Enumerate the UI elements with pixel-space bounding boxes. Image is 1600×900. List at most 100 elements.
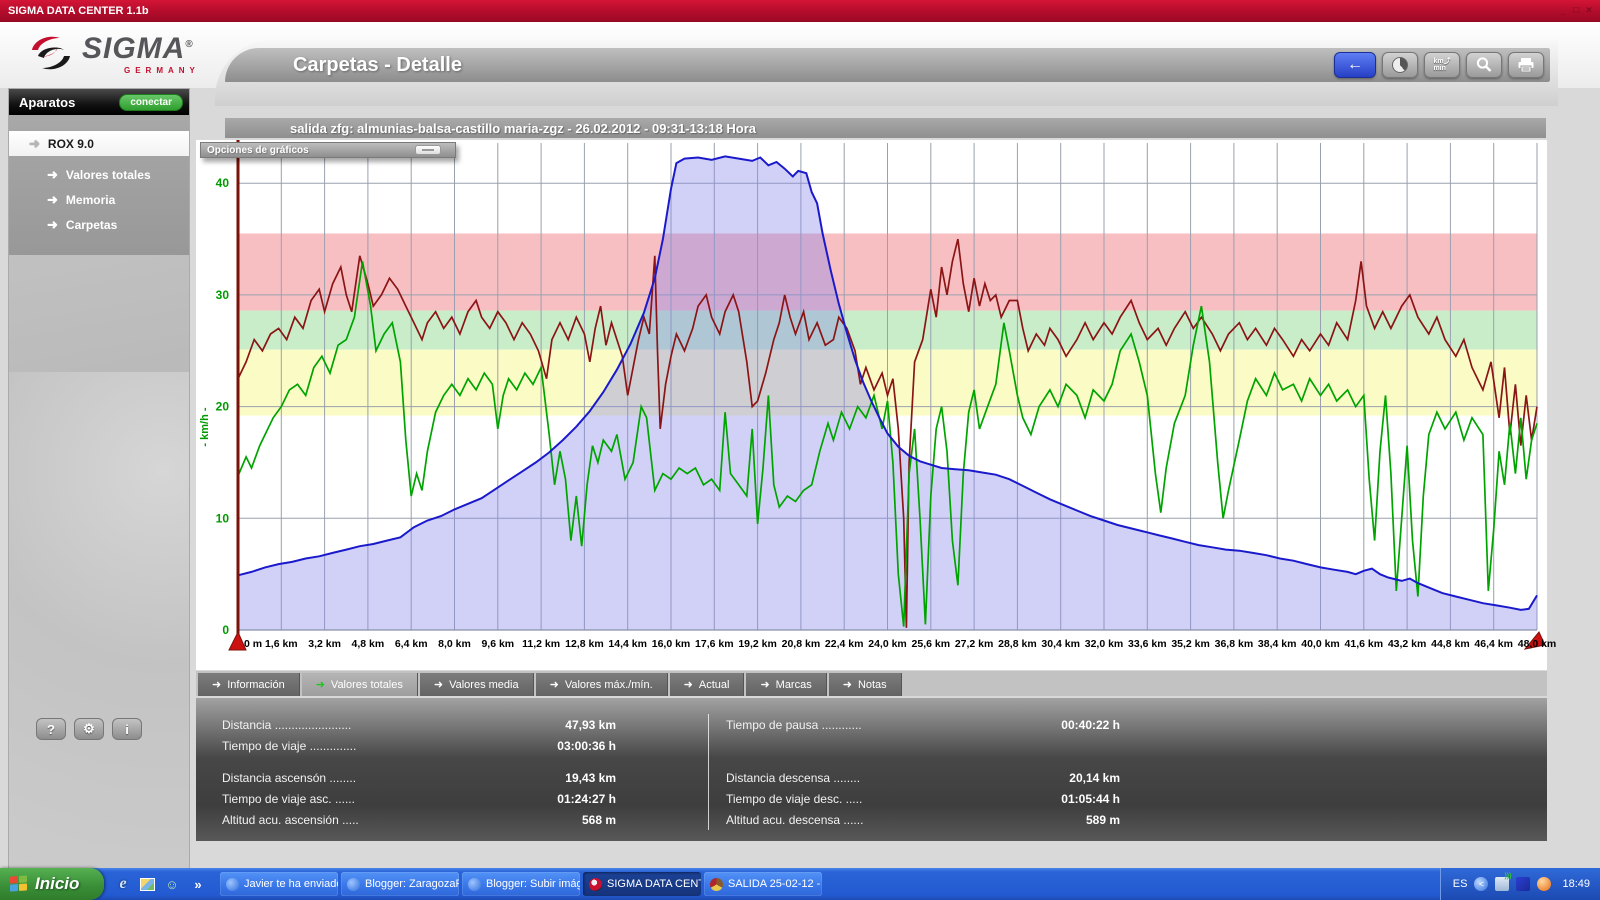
- detail-tab[interactable]: ➜ Valores media: [419, 673, 534, 696]
- detail-tab[interactable]: ➜ Valores máx./mín.: [535, 673, 668, 696]
- minimize-dash-icon: [422, 149, 434, 151]
- sidebar-item[interactable]: ➜ ROX 9.0: [9, 131, 189, 156]
- sidebar-item-label: ROX 9.0: [47, 136, 94, 151]
- x-tick-label: 24,0 km: [868, 638, 907, 650]
- x-tick-label: 28,8 km: [998, 638, 1037, 650]
- x-tick-label: 14,4 km: [608, 638, 647, 650]
- logo-brand: SIGMA®: [82, 32, 194, 65]
- sigma-logo: SIGMA® GERMANY: [28, 30, 228, 80]
- x-tick-label: 38,4 km: [1258, 638, 1297, 650]
- totals-row: Tiempo de viaje desc. ..... 01:05:44 h: [726, 788, 1126, 809]
- totals-label: Tiempo de pausa ............: [726, 717, 862, 732]
- zoom-button[interactable]: [1466, 52, 1502, 78]
- close-icon[interactable]: ×: [1586, 5, 1592, 16]
- taskbar-window-button[interactable]: Blogger: ZaragozaFin...: [341, 872, 459, 896]
- print-button[interactable]: [1508, 52, 1544, 78]
- view-mode-button[interactable]: [1382, 52, 1418, 78]
- detail-tab[interactable]: ➜ Actual: [669, 673, 745, 696]
- tab-arrow-icon: ➜: [760, 679, 770, 691]
- taskbar-window-button[interactable]: Javier te ha enviado ...: [220, 872, 338, 896]
- x-tick-label: 27,2 km: [955, 638, 994, 650]
- arrow-icon: ➜: [47, 166, 58, 182]
- internet-explorer-icon[interactable]: e: [114, 875, 132, 893]
- taskbar-button-label: SALIDA 25-02-12 - P...: [728, 878, 822, 890]
- detail-tabstrip: ➜ Información ➜ Valores totales ➜ Valore…: [196, 671, 1547, 696]
- x-tick-label: 9,6 km: [481, 638, 514, 650]
- back-arrow-icon: ←: [1347, 56, 1363, 73]
- start-button[interactable]: Inicio: [0, 868, 104, 900]
- chart-options-panel[interactable]: Opciones de gráficos: [200, 142, 456, 158]
- detail-tab[interactable]: ➜ Marcas: [746, 673, 827, 696]
- detail-tab[interactable]: ➜ Información: [198, 673, 300, 696]
- arrow-icon: ➜: [47, 216, 58, 232]
- sidebar-item[interactable]: ➜ Carpetas: [9, 212, 189, 237]
- tray-update-icon[interactable]: [1537, 877, 1552, 891]
- sidebar-item[interactable]: ➜ Memoria: [9, 187, 189, 212]
- image-viewer-icon[interactable]: [140, 877, 155, 891]
- tab-arrow-icon: ➜: [842, 679, 852, 691]
- minimize-icon[interactable]: _: [1561, 5, 1567, 16]
- y-tick-label: 20: [216, 400, 230, 414]
- window-controls: _ □ ×: [1561, 5, 1592, 16]
- tab-arrow-icon: ➜: [683, 679, 693, 691]
- toolbar: ← km⤴ min: [1334, 52, 1544, 78]
- taskbar-button-icon: [347, 877, 360, 891]
- tab-label: Marcas: [775, 678, 812, 691]
- totals-row: Altitud acu. descensa ...... 589 m: [726, 809, 1126, 830]
- tray-app-icon[interactable]: [1516, 877, 1531, 891]
- taskbar-window-button[interactable]: Blogger: Subir imágen...: [462, 872, 580, 896]
- footer-button[interactable]: ⚙: [74, 718, 104, 740]
- totals-row: Distancia descensa ........ 20,14 km: [726, 767, 1126, 788]
- unit-toggle-button[interactable]: km⤴ min: [1424, 52, 1460, 78]
- sigma-swoosh-icon: [32, 36, 70, 70]
- chart-svg[interactable]: 0 m 1,6 km 3,2 km 4,8 km 6,4 km 8,0 km 9,6 km 1…: [194, 138, 1558, 670]
- y-axis-unit-label: - km/h -: [199, 407, 211, 446]
- sidebar-header-label: Aparatos: [19, 94, 76, 110]
- detail-tab[interactable]: ➜ Valores totales: [301, 673, 418, 696]
- y-tick-label: 10: [216, 511, 230, 525]
- y-tick-label: 0: [222, 623, 229, 637]
- y-tick-label: 40: [216, 176, 230, 190]
- maximize-icon[interactable]: □: [1573, 5, 1579, 16]
- x-tick-label: 36,8 km: [1215, 638, 1254, 650]
- clock: 18:49: [1562, 878, 1590, 890]
- totals-left-column: Distancia ....................... 47,93 …: [222, 714, 622, 830]
- window-titlebar: SIGMA DATA CENTER 1.1b _ □ ×: [0, 0, 1600, 22]
- totals-label: Altitud acu. descensa ......: [726, 812, 864, 827]
- totals-value: 47,93 km: [565, 717, 616, 732]
- tray-back-arrow-icon[interactable]: <: [1474, 877, 1489, 891]
- tab-label: Información: [227, 678, 285, 691]
- x-tick-label: 6,4 km: [395, 638, 428, 650]
- language-indicator[interactable]: ES: [1453, 878, 1468, 890]
- pie-chart-icon: [1392, 57, 1408, 73]
- totals-value: 00:40:22 h: [1061, 717, 1120, 732]
- x-tick-label: 16,0 km: [652, 638, 691, 650]
- tab-label: Valores media: [449, 678, 519, 691]
- tab-arrow-icon: ➜: [315, 679, 325, 691]
- tray-network-icon[interactable]: [1495, 873, 1511, 891]
- x-tick-label: 43,2 km: [1388, 638, 1427, 650]
- sidebar-item[interactable]: ➜ Valores totales: [9, 162, 189, 187]
- taskbar-window-button[interactable]: SALIDA 25-02-12 - P...: [704, 872, 822, 896]
- quick-launch-overflow-icon[interactable]: »: [189, 875, 207, 893]
- connect-button[interactable]: conectar: [119, 93, 183, 111]
- back-button[interactable]: ←: [1334, 52, 1376, 78]
- totals-panel: Distancia ....................... 47,93 …: [196, 696, 1547, 841]
- taskbar-button-icon: [710, 877, 723, 891]
- x-tick-label: 1,6 km: [265, 638, 298, 650]
- tab-label: Valores totales: [330, 678, 403, 691]
- collapse-button[interactable]: [415, 145, 441, 155]
- totals-row: Tiempo de viaje .............. 03:00:36 …: [222, 735, 622, 756]
- taskbar-window-button[interactable]: SIGMA DATA CENTE...: [583, 872, 701, 896]
- arrow-icon: ➜: [47, 191, 58, 207]
- messenger-icon[interactable]: ☺: [163, 875, 181, 893]
- totals-row: Altitud acu. ascensión ..... 568 m: [222, 809, 622, 830]
- min-km-icon: km⤴ min: [1433, 58, 1451, 72]
- footer-button[interactable]: ?: [36, 718, 66, 740]
- totals-row: Distancia ascensón ........ 19,43 km: [222, 767, 622, 788]
- windows-taskbar: Inicio e ☺ » Javier te ha enviado ... Bl…: [0, 868, 1600, 900]
- logo-country: GERMANY: [124, 66, 200, 75]
- arrow-icon: ➜: [29, 135, 40, 151]
- footer-button[interactable]: i: [112, 718, 142, 740]
- detail-tab[interactable]: ➜ Notas: [828, 673, 902, 696]
